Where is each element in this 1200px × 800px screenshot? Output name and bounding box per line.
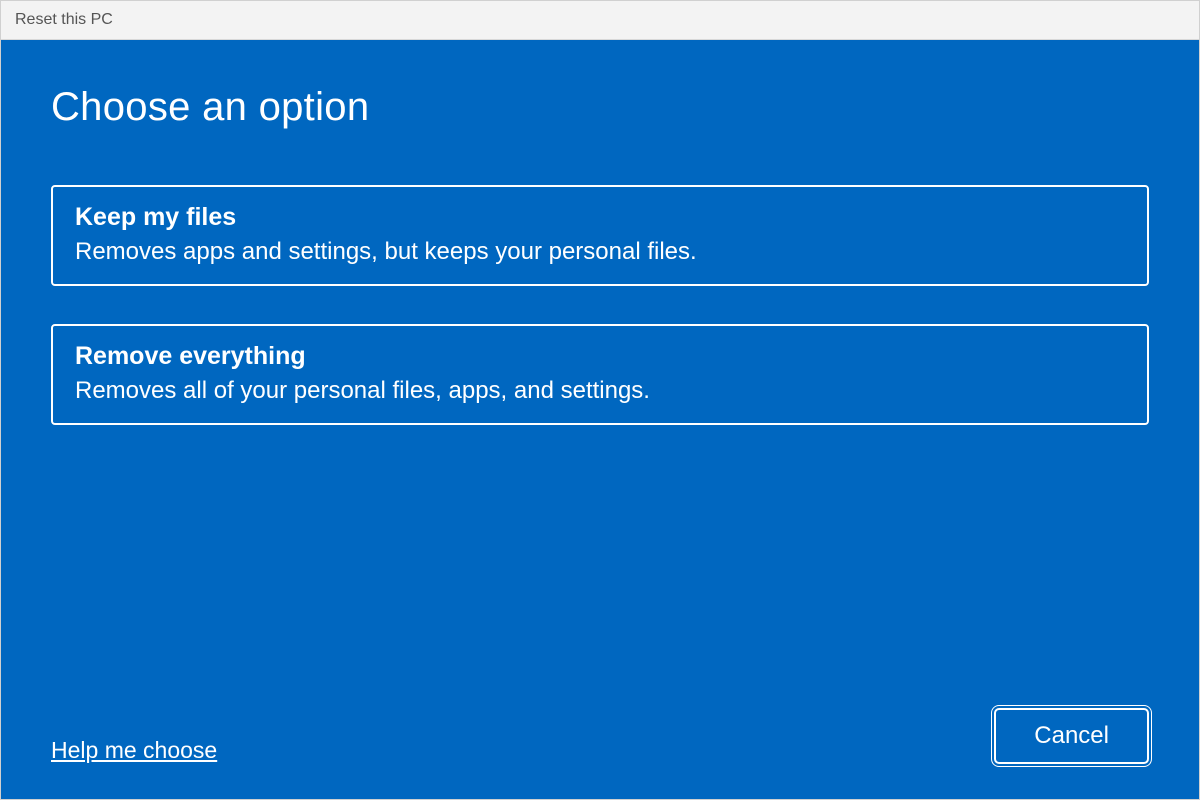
window-titlebar: Reset this PC	[1, 1, 1199, 40]
option-title: Keep my files	[75, 203, 1125, 232]
dialog-footer: Help me choose Cancel	[51, 688, 1149, 764]
option-description: Removes all of your personal files, apps…	[75, 377, 1125, 405]
reset-pc-window: Reset this PC Choose an option Keep my f…	[0, 0, 1200, 800]
window-title: Reset this PC	[15, 11, 113, 28]
dialog-content: Choose an option Keep my files Removes a…	[1, 40, 1199, 799]
option-title: Remove everything	[75, 342, 1125, 371]
help-me-choose-link[interactable]: Help me choose	[51, 737, 217, 764]
option-remove-everything[interactable]: Remove everything Removes all of your pe…	[51, 324, 1149, 425]
cancel-button[interactable]: Cancel	[994, 708, 1149, 764]
page-title: Choose an option	[51, 85, 1149, 130]
option-keep-my-files[interactable]: Keep my files Removes apps and settings,…	[51, 185, 1149, 286]
options-list: Keep my files Removes apps and settings,…	[51, 185, 1149, 425]
option-description: Removes apps and settings, but keeps you…	[75, 238, 1125, 266]
